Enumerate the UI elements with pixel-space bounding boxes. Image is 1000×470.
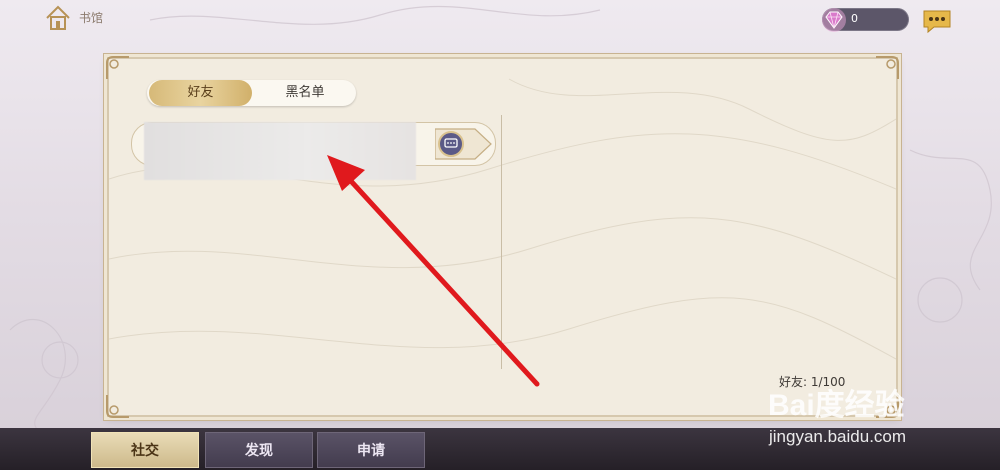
nav-apply-button[interactable]: 申请 <box>317 432 425 468</box>
tab-blacklist[interactable]: 黑名单 <box>255 80 355 106</box>
panel-texture <box>109 78 896 360</box>
gem-icon <box>822 8 846 32</box>
nav-apply-label: 申请 <box>357 443 385 459</box>
social-panel: 好友 黑名单 好友: 1/100 <box>106 56 899 418</box>
corner-ornament <box>106 56 129 79</box>
corner-ornament <box>876 56 899 79</box>
friend-list-item[interactable] <box>131 122 496 180</box>
home-label: 书馆 <box>79 11 104 25</box>
tab-bar: 好友 黑名单 <box>147 80 356 106</box>
nav-discover-label: 发现 <box>245 443 273 459</box>
gem-counter[interactable]: 0 <box>822 8 909 32</box>
chat-icon[interactable] <box>922 8 952 34</box>
nav-social-button[interactable]: 社交 <box>91 432 199 468</box>
friend-info-blurred <box>144 122 416 180</box>
nav-discover-button[interactable]: 发现 <box>205 432 313 468</box>
panel-divider <box>501 115 502 369</box>
watermark-logo: Bai度经验 <box>768 389 905 422</box>
nav-social-label: 社交 <box>131 443 159 459</box>
message-button[interactable] <box>435 125 493 163</box>
gem-count: 0 <box>851 12 858 25</box>
home-icon[interactable] <box>44 4 72 32</box>
corner-ornament <box>106 395 129 418</box>
tab-friends[interactable]: 好友 <box>149 80 252 106</box>
watermark-url: jingyan.baidu.com <box>769 427 907 446</box>
